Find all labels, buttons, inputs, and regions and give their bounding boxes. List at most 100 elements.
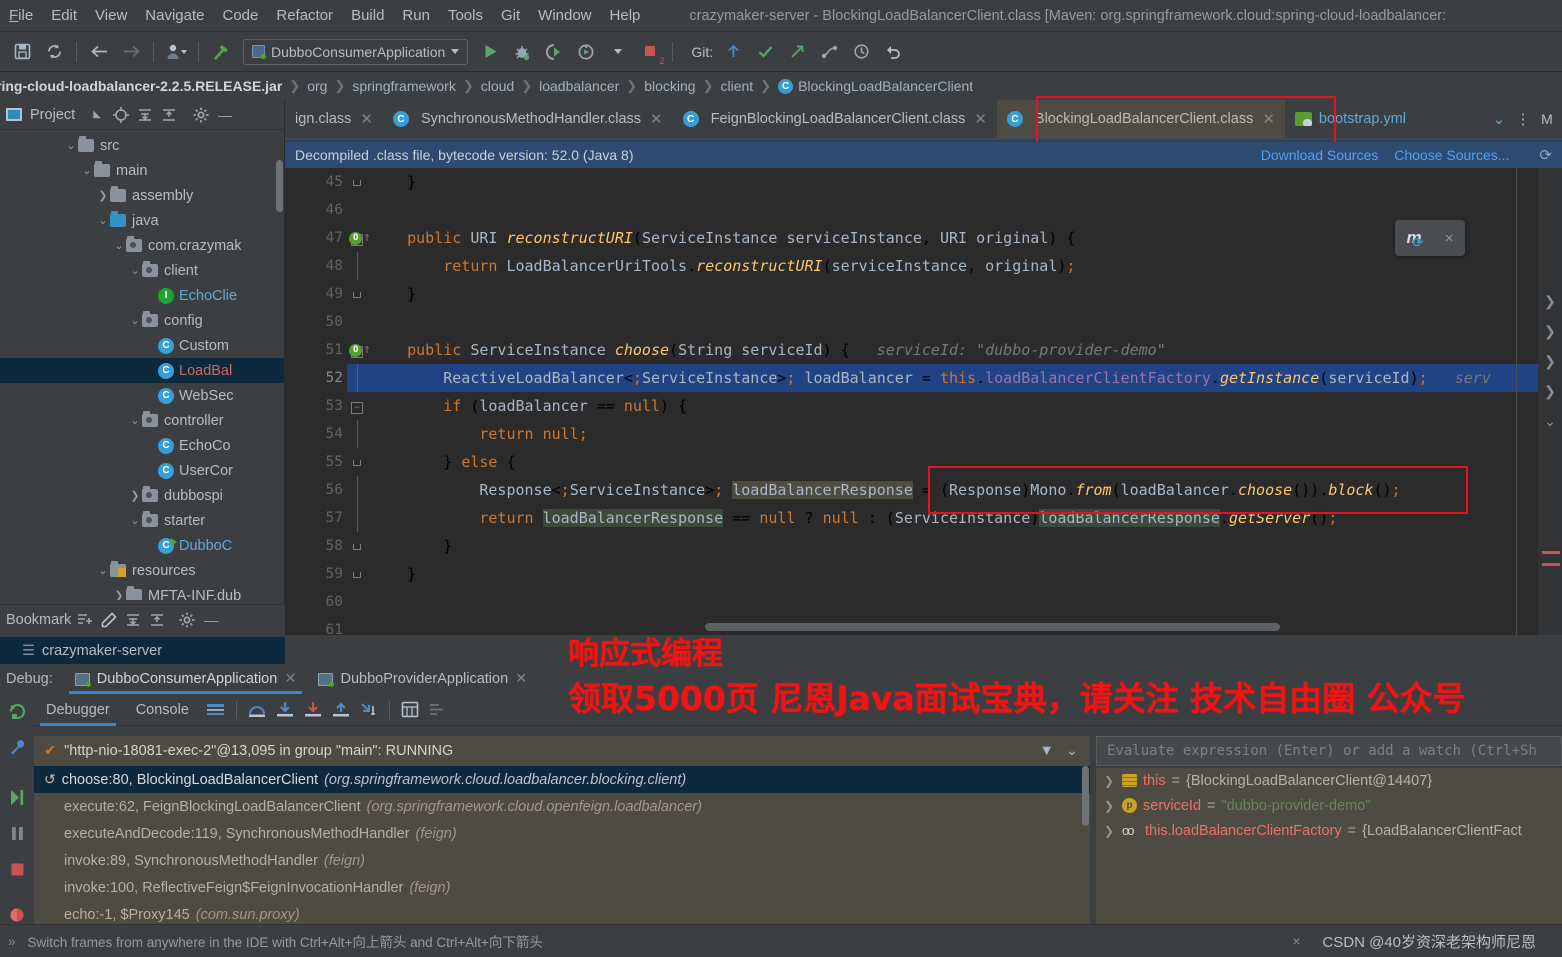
breadcrumb-class[interactable]: BlockingLoadBalancerClient [798,78,973,94]
save-icon[interactable] [9,39,35,65]
bookmark-row-crazymaker-server[interactable]: ☰ crazymaker-server [0,637,285,664]
tree-node-usercor[interactable]: C UserCor [0,458,284,483]
gear-icon[interactable] [177,610,197,630]
error-stripe-marker[interactable] [1542,563,1560,566]
code-line[interactable]: 56 Response<;ServiceInstance>; loadBalan… [285,476,1562,504]
pause-program-icon[interactable] [6,822,28,844]
variable-row[interactable]: ❯ p serviceId = "dubbo-provider-demo" [1096,793,1562,818]
menu-item-file[interactable]: File [0,4,42,27]
tree-node-echoco[interactable]: C EchoCo [0,433,284,458]
step-out-icon[interactable] [328,697,354,723]
frame-row[interactable]: executeAndDecode:119, SynchronousMethodH… [34,820,1090,847]
debug-session-tab-consumer[interactable]: DubboConsumerApplication ✕ [65,664,307,694]
breadcrumb-segment-blocking[interactable]: blocking [644,78,695,94]
menu-item-build[interactable]: Build [342,4,393,27]
fold-end-icon[interactable] [347,456,367,469]
tree-node-starter[interactable]: ⌄ starter [0,508,284,533]
force-step-into-icon[interactable] [300,697,326,723]
fold-region-line[interactable] [347,420,367,448]
collapse-all-icon[interactable] [159,105,179,125]
editor-tab-bootstrap-yml[interactable]: bootstrap.yml [1285,100,1416,138]
chevron-down-icon[interactable]: ⌄ [80,164,94,177]
maven-tool-label[interactable]: M [1536,106,1558,132]
code-line[interactable]: 48 return LoadBalancerUriTools.reconstru… [285,252,1562,280]
breadcrumb-segment-loadbalancer[interactable]: loadbalancer [539,78,619,94]
profiler-icon[interactable] [573,39,599,65]
download-sources-link[interactable]: Download Sources [1261,147,1379,163]
expand-all-icon[interactable] [135,105,155,125]
collapse-all-icon[interactable] [147,610,167,630]
profiler-dropdown-chevron-icon[interactable] [605,39,631,65]
menu-item-git[interactable]: Git [492,4,529,27]
close-icon[interactable]: ✕ [515,671,527,687]
run-to-cursor-icon[interactable] [356,697,382,723]
code-line[interactable]: 53− if (loadBalancer == null) { [285,392,1562,420]
hide-panel-icon[interactable]: — [201,610,221,630]
code-line[interactable]: 46 [285,196,1562,224]
expand-icon[interactable]: » [8,934,16,949]
override-icon[interactable]: O [349,343,363,357]
menu-item-help[interactable]: Help [601,4,650,27]
breadcrumb-jar[interactable]: ring-cloud-loadbalancer-2.2.5.RELEASE.ja… [0,78,282,94]
editor-tab-synchronousmethodhandler[interactable]: C SynchronousMethodHandler.class ✕ [383,100,673,138]
chevron-right-icon[interactable]: ❯ [1538,316,1562,346]
breadcrumb-segment-org[interactable]: org [307,78,327,94]
menu-item-view[interactable]: View [86,4,136,27]
code-line[interactable]: 51O↑− public ServiceInstance choose(Stri… [285,336,1562,364]
editor-tab-feign[interactable]: ign.class ✕ [285,100,383,138]
chevron-down-icon[interactable]: ⌄ [128,314,142,327]
code-line[interactable]: 59 } [285,560,1562,588]
sync-icon[interactable] [41,39,67,65]
refresh-icon[interactable]: ⟳ [1539,146,1552,164]
evaluate-expression-input[interactable]: Evaluate expression (Enter) or add a wat… [1096,736,1562,766]
fold-region-line[interactable] [347,476,367,504]
chevron-down-icon[interactable]: ⌄ [64,139,78,152]
chevron-down-icon[interactable]: ⌄ [112,239,126,252]
rerun-icon[interactable] [6,700,28,722]
user-icon[interactable] [163,39,189,65]
chevron-right-icon[interactable]: ❯ [96,189,110,202]
tree-node-main[interactable]: ⌄ main [0,158,284,183]
chevron-down-icon[interactable]: ⌄ [1066,743,1078,759]
error-stripe-marker[interactable] [1542,551,1560,554]
frame-row[interactable]: invoke:89, SynchronousMethodHandler (feig… [34,847,1090,874]
fold-region-line[interactable] [347,364,367,392]
tab-console[interactable]: Console [124,694,201,726]
menu-item-run[interactable]: Run [393,4,439,27]
frame-row[interactable]: execute:62, FeignBlockingLoadBalancerCli… [34,793,1090,820]
code-line[interactable]: 54 return null; [285,420,1562,448]
tree-node-com-crazymak[interactable]: ⌄ com.crazymak [0,233,284,258]
resume-program-icon[interactable] [6,786,28,808]
breadcrumb-segment-springframework[interactable]: springframework [352,78,455,94]
close-icon[interactable]: ✕ [650,110,663,128]
tree-node-dubboc[interactable]: C DubboC [0,533,284,558]
hide-panel-icon[interactable]: — [215,105,235,125]
chevron-down-icon[interactable]: ⌄ [128,514,142,527]
tree-node-custom[interactable]: C Custom [0,333,284,358]
chevron-down-icon[interactable]: ⌄ [1488,106,1510,132]
close-icon[interactable]: ✕ [284,671,296,687]
mute-breakpoints-icon[interactable] [6,904,28,926]
implementing-method-arrow-icon[interactable]: ↑ [363,343,371,356]
fold-end-icon[interactable] [347,568,367,581]
threads-icon[interactable] [425,697,451,723]
stop-icon[interactable]: 2 [637,39,664,66]
tree-node-java[interactable]: ⌄ java [0,208,284,233]
tree-node-assembly[interactable]: ❯ assembly [0,183,284,208]
menu-item-tools[interactable]: Tools [439,4,492,27]
frames-list[interactable]: ↺ choose:80, BlockingLoadBalancerClient (o… [34,766,1090,924]
edit-icon[interactable] [99,610,119,630]
chevron-down-icon[interactable]: ⌄ [96,564,110,577]
chevron-right-icon[interactable]: ❯ [1104,799,1116,813]
close-icon[interactable]: ✕ [974,110,987,128]
gear-icon[interactable] [191,105,211,125]
locate-icon[interactable] [111,105,131,125]
chevron-down-icon[interactable]: ⌄ [128,414,142,427]
code-editor[interactable]: 45 }4647O↑− public URI reconstructURI(Se… [285,168,1562,635]
variable-row[interactable]: ❯ this = {BlockingLoadBalancerClient@14407} [1096,768,1562,793]
debug-icon[interactable] [509,39,535,65]
menu-item-navigate[interactable]: Navigate [136,4,213,27]
code-line[interactable]: 58 } [285,532,1562,560]
maven-reload-icon[interactable]: m [1407,228,1424,251]
collapse-chevron-icon[interactable]: ◣ [87,105,107,125]
